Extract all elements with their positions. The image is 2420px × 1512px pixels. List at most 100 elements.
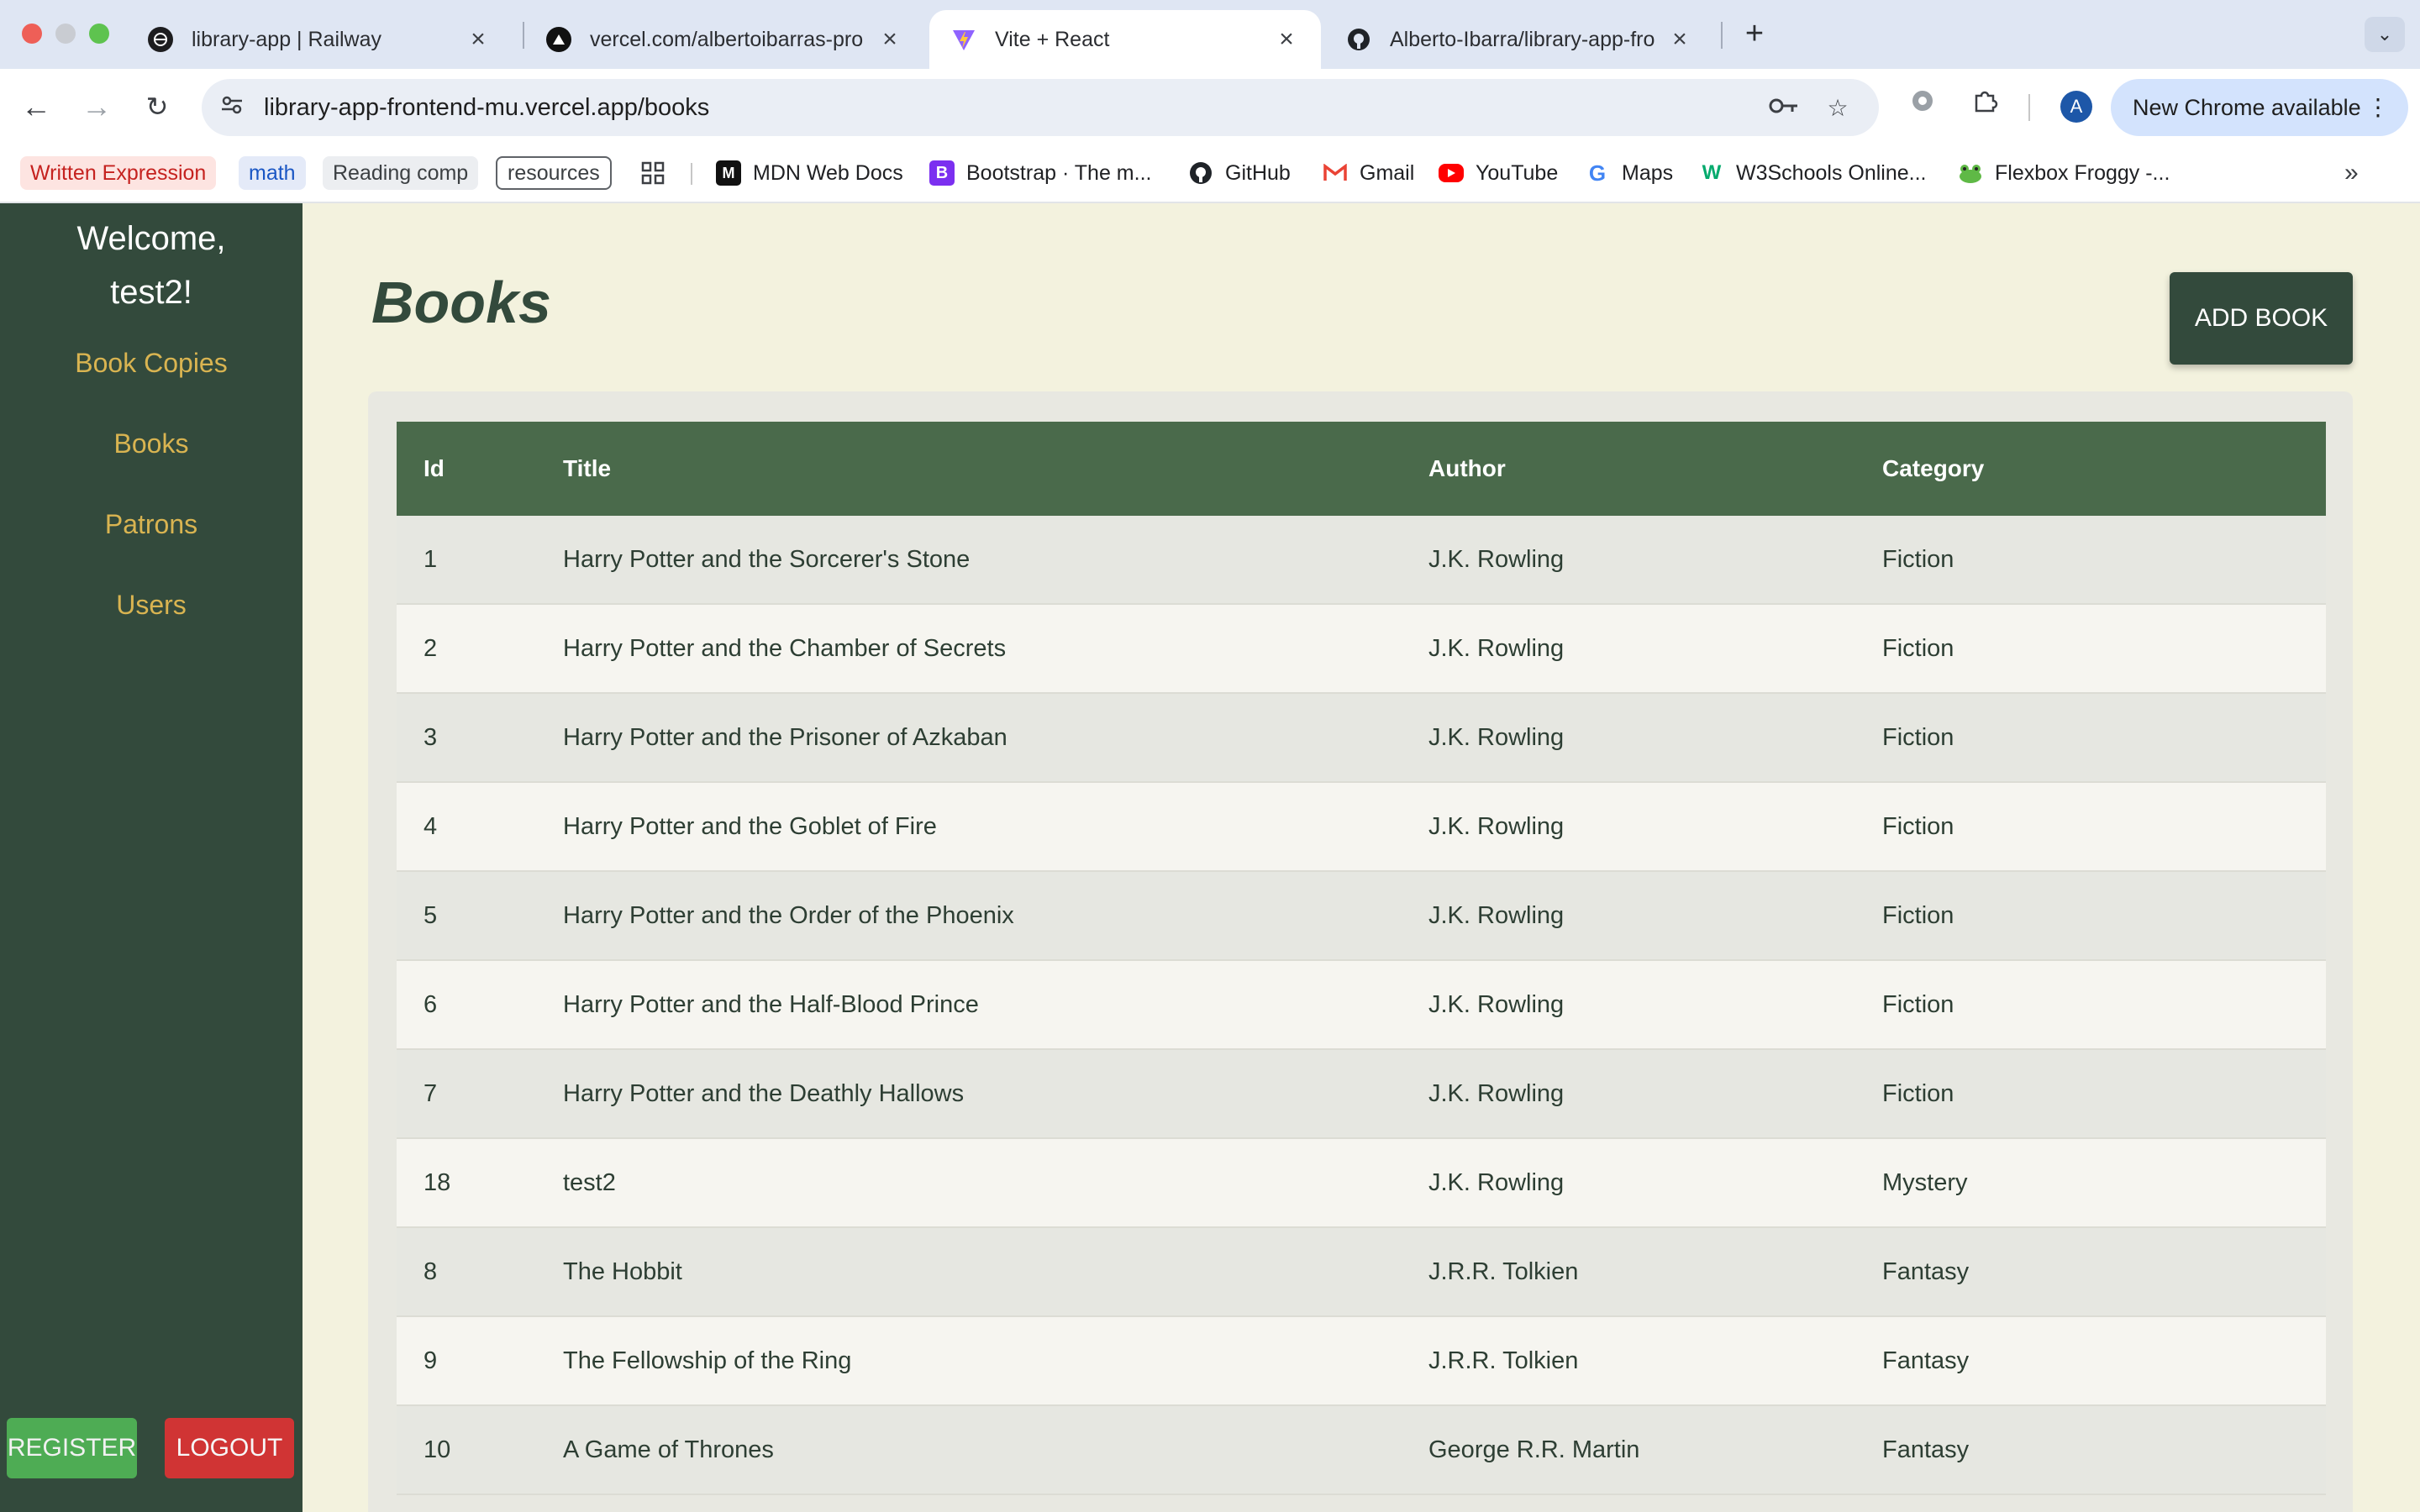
- new-tab-button[interactable]: +: [1738, 15, 1771, 52]
- cell-category: Fantasy: [1882, 1347, 1970, 1374]
- cell-id: 5: [424, 901, 438, 929]
- more-vertical-icon[interactable]: ⋮: [2366, 79, 2390, 136]
- table-row[interactable]: 1 Harry Potter and the Sorcerer's Stone J.…: [397, 516, 2326, 605]
- address-bar[interactable]: library-app-frontend-mu.vercel.app/books…: [202, 79, 1879, 136]
- google-icon: G: [1588, 160, 1607, 186]
- tab-close-icon[interactable]: ×: [1667, 25, 1692, 54]
- cell-id: 3: [424, 723, 438, 751]
- bookmarks-overflow-icon[interactable]: »: [2344, 156, 2359, 190]
- cell-category: Mystery: [1882, 1168, 1968, 1196]
- table-row[interactable]: 9 The Fellowship of the Ring J.R.R. Tolkie…: [397, 1317, 2326, 1406]
- bookmark-label: Bootstrap · The m...: [966, 160, 1152, 185]
- table-row[interactable]: 8 The Hobbit J.R.R. Tolkien Fantasy: [397, 1228, 2326, 1317]
- register-button[interactable]: REGISTER: [7, 1418, 137, 1478]
- cell-id: 9: [424, 1347, 438, 1374]
- tab-label: vercel.com/albertoibarras-pro: [590, 27, 864, 51]
- bookmark-chip-written-expression[interactable]: Written Expression: [20, 156, 217, 190]
- vercel-icon: [546, 27, 571, 52]
- cell-category: Fiction: [1882, 990, 1954, 1018]
- password-key-icon[interactable]: [1768, 92, 1800, 124]
- bookmark-label: YouTube: [1476, 160, 1559, 185]
- tab-close-icon[interactable]: ×: [466, 25, 491, 54]
- column-header-title[interactable]: Title: [563, 455, 1428, 482]
- cell-author: J.K. Rowling: [1428, 990, 1565, 1018]
- profile-avatar[interactable]: A: [2060, 91, 2092, 123]
- sidebar-link-books[interactable]: Books: [0, 428, 302, 459]
- bookmark-star-icon[interactable]: ☆: [1822, 92, 1854, 124]
- cell-author: J.K. Rowling: [1428, 1079, 1565, 1107]
- tab-railway[interactable]: library-app | Railway ×: [126, 10, 513, 69]
- table-row[interactable]: 7 Harry Potter and the Deathly Hallows J.K…: [397, 1050, 2326, 1139]
- table-header-row: Id Title Author Category: [397, 422, 2326, 516]
- tab-vite-react[interactable]: Vite + React ×: [929, 10, 1321, 69]
- logout-button[interactable]: LOGOUT: [165, 1418, 294, 1478]
- table-row[interactable]: 6 Harry Potter and the Half-Blood Prince J…: [397, 961, 2326, 1050]
- reload-icon[interactable]: ↻: [138, 87, 176, 126]
- window-minimize-button[interactable]: [55, 24, 76, 44]
- table-row[interactable]: 2 Harry Potter and the Chamber of Secrets…: [397, 605, 2326, 694]
- cell-author: J.K. Rowling: [1428, 812, 1565, 840]
- apps-grid-icon[interactable]: [640, 156, 666, 190]
- tab-search-chevron-icon[interactable]: ⌄: [2365, 17, 2405, 52]
- table-body: 1 Harry Potter and the Sorcerer's Stone J.…: [397, 516, 2326, 1495]
- bootstrap-icon: B: [929, 160, 955, 186]
- table-row[interactable]: 5 Harry Potter and the Order of the Phoen…: [397, 872, 2326, 961]
- github-icon: [1346, 27, 1371, 52]
- extension-puzzle-grey-icon[interactable]: [1904, 87, 1941, 124]
- bookmark-mdn[interactable]: M MDN Web Docs: [716, 156, 903, 190]
- window-close-button[interactable]: [22, 24, 42, 44]
- github-icon: [1188, 160, 1213, 186]
- site-settings-icon[interactable]: [217, 92, 247, 123]
- books-table: Id Title Author Category 1 Harry Potter a…: [397, 422, 2326, 1495]
- cell-category: Fiction: [1882, 723, 1954, 751]
- cell-title: Harry Potter and the Sorcerer's Stone: [563, 545, 971, 573]
- sidebar-link-patrons[interactable]: Patrons: [0, 509, 302, 540]
- table-row[interactable]: 3 Harry Potter and the Prisoner of Azkaba…: [397, 694, 2326, 783]
- column-header-id[interactable]: Id: [397, 455, 563, 482]
- table-row[interactable]: 18 test2 J.K. Rowling Mystery: [397, 1139, 2326, 1228]
- sidebar-link-book-copies[interactable]: Book Copies: [0, 348, 302, 379]
- table-row[interactable]: 10 A Game of Thrones George R.R. Martin Fan…: [397, 1406, 2326, 1495]
- bookmark-chip-reading-comp[interactable]: Reading comp: [323, 156, 479, 190]
- add-book-button[interactable]: ADD BOOK: [2170, 272, 2353, 365]
- cell-category: Fiction: [1882, 1079, 1954, 1107]
- new-chrome-available-button[interactable]: New Chrome available ⋮: [2111, 79, 2408, 136]
- bookmarks-bar: Written Expression math Reading comp res…: [0, 144, 2420, 203]
- main-content: Books ADD BOOK Id Title Author Category …: [302, 203, 2420, 1512]
- tab-separator: [1721, 22, 1723, 49]
- cell-author: J.K. Rowling: [1428, 634, 1565, 662]
- bookmark-bootstrap[interactable]: B Bootstrap · The m...: [929, 156, 1151, 190]
- bookmark-youtube[interactable]: YouTube: [1439, 156, 1558, 190]
- column-header-author[interactable]: Author: [1428, 455, 1882, 482]
- forward-arrow-icon[interactable]: →: [77, 87, 116, 126]
- sidebar-link-users[interactable]: Users: [0, 590, 302, 621]
- tab-vercel[interactable]: vercel.com/albertoibarras-pro ×: [524, 10, 924, 69]
- table-row[interactable]: 4 Harry Potter and the Goblet of Fire J.K.…: [397, 783, 2326, 872]
- page-title: Books: [371, 270, 551, 335]
- column-header-category[interactable]: Category: [1882, 455, 2326, 482]
- bookmark-chip-resources[interactable]: resources: [496, 156, 612, 190]
- bookmark-github[interactable]: GitHub: [1188, 156, 1291, 190]
- cell-author: George R.R. Martin: [1428, 1436, 1640, 1463]
- cell-title: Harry Potter and the Order of the Phoeni…: [563, 901, 1014, 929]
- browser-tabstrip: library-app | Railway × vercel.com/alber…: [0, 0, 2420, 69]
- cell-id: 1: [424, 545, 438, 573]
- bookmark-w3schools[interactable]: W W3Schools Online...: [1699, 156, 1927, 190]
- window-maximize-button[interactable]: [89, 24, 109, 44]
- bookmark-label: MDN Web Docs: [753, 160, 903, 185]
- tab-close-icon[interactable]: ×: [877, 25, 902, 54]
- tab-github[interactable]: Alberto-Ibarra/library-app-fro ×: [1324, 10, 1714, 69]
- tab-label: Alberto-Ibarra/library-app-fro: [1390, 27, 1655, 51]
- url-text[interactable]: library-app-frontend-mu.vercel.app/books: [264, 79, 709, 136]
- back-arrow-icon[interactable]: ←: [17, 87, 55, 126]
- tab-close-icon[interactable]: ×: [1274, 25, 1299, 54]
- bookmark-chip-math[interactable]: math: [239, 156, 306, 190]
- tab-label: Vite + React: [995, 27, 1110, 51]
- bookmark-gmail[interactable]: Gmail: [1323, 156, 1414, 190]
- cell-title: The Hobbit: [563, 1257, 682, 1285]
- cell-id: 7: [424, 1079, 438, 1107]
- gmail-icon: [1323, 160, 1348, 186]
- bookmark-flexbox-froggy[interactable]: Flexbox Froggy -...: [1958, 156, 2170, 190]
- extensions-icon[interactable]: [1966, 87, 2003, 124]
- bookmark-maps[interactable]: G Maps: [1585, 156, 1673, 190]
